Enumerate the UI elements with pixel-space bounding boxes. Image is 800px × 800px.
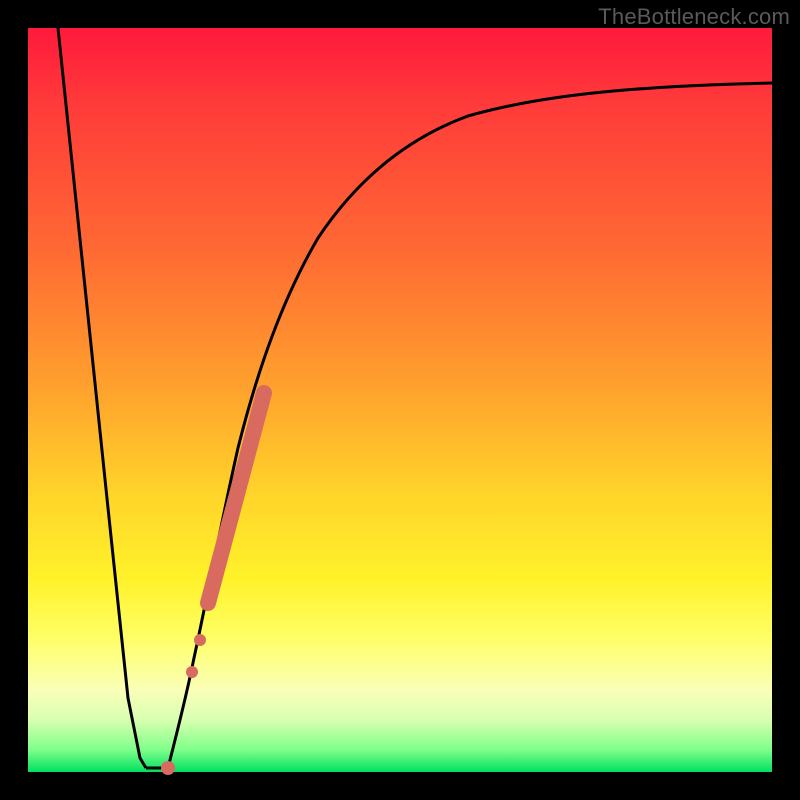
chart-frame: TheBottleneck.com	[0, 0, 800, 800]
watermark-text: TheBottleneck.com	[598, 4, 790, 30]
highlight-segment	[208, 393, 264, 603]
marker-dot-a	[186, 666, 198, 678]
curve-svg	[28, 28, 772, 772]
marker-dot-b	[194, 634, 206, 646]
plot-area	[28, 28, 772, 772]
curve-left-branch	[58, 28, 146, 768]
marker-valley-dot	[161, 761, 175, 775]
